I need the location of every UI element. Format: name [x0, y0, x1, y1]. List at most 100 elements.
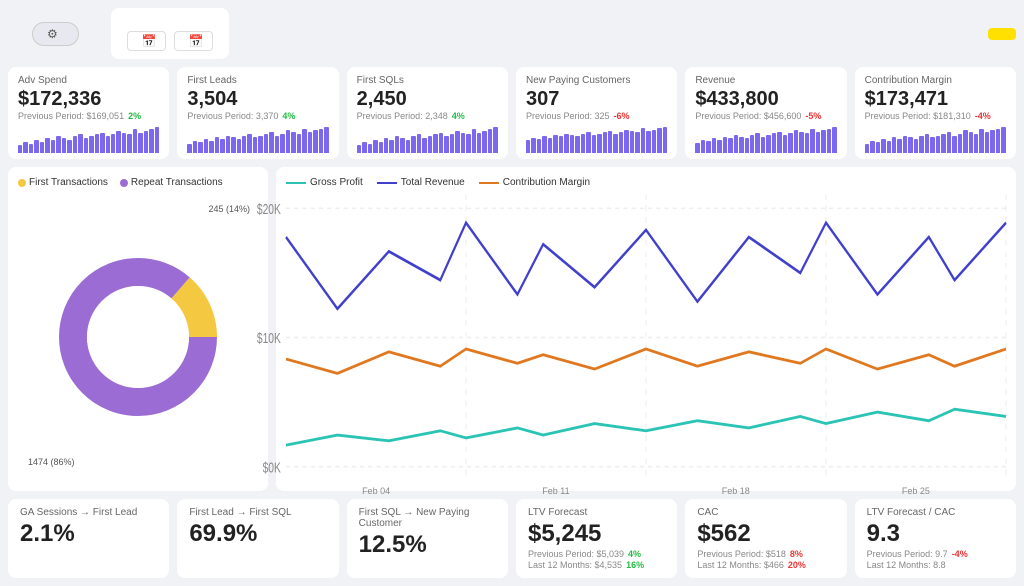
date-inputs: 📅 📅	[127, 31, 213, 51]
bar	[712, 138, 716, 153]
bar	[89, 136, 93, 153]
bar	[897, 139, 901, 153]
metric-sub-0: Previous Period: 9.7 -4%	[867, 549, 1004, 559]
kpi-prev: Previous Period: $169,051 2%	[18, 111, 159, 121]
kpi-change: 4%	[282, 111, 295, 121]
bar	[193, 141, 197, 153]
bar	[974, 134, 978, 153]
kpi-prev: Previous Period: $181,310 -4%	[865, 111, 1006, 121]
kpi-value: 307	[526, 88, 667, 110]
bar	[908, 137, 912, 153]
bar	[783, 135, 787, 153]
chart-legend-item-1: Total Revenue	[377, 177, 465, 188]
bar	[482, 131, 486, 153]
bar	[417, 134, 421, 153]
kpi-row: Adv Spend $172,336 Previous Period: $169…	[8, 67, 1016, 159]
bar	[133, 129, 137, 153]
bar	[34, 140, 38, 153]
bar	[144, 131, 148, 153]
bar	[941, 134, 945, 153]
bar	[122, 133, 126, 153]
bar	[963, 130, 967, 153]
bar	[919, 136, 923, 153]
kpi-label: Contribution Margin	[865, 75, 1006, 86]
bar	[816, 132, 820, 153]
sub-change: 20%	[788, 560, 806, 570]
bar	[23, 142, 27, 153]
bar	[439, 133, 443, 153]
bar	[362, 142, 366, 153]
bar	[264, 134, 268, 153]
bar	[111, 134, 115, 153]
bar	[592, 135, 596, 153]
bar	[258, 136, 262, 153]
metric-value: 9.3	[867, 520, 1004, 548]
bar	[466, 134, 470, 153]
kpi-value: $173,471	[865, 88, 1006, 110]
kpi-change: -4%	[975, 111, 991, 121]
bar	[597, 134, 601, 153]
sub-change: -4%	[952, 549, 968, 559]
date-from-input[interactable]: 📅	[127, 31, 166, 51]
bar	[400, 138, 404, 153]
metric-card-3: LTV Forecast $5,245 Previous Period: $5,…	[516, 499, 677, 578]
donut-label-repeat: 1474 (86%)	[28, 457, 75, 467]
kpi-label: First SQLs	[357, 75, 498, 86]
bar	[286, 130, 290, 153]
bar	[526, 140, 530, 153]
bar	[745, 138, 749, 153]
donut-legend-item-0: First Transactions	[18, 177, 108, 188]
metric-label: LTV Forecast / CAC	[867, 507, 1004, 518]
svg-text:$20K: $20K	[257, 201, 282, 217]
active-filters-btn[interactable]: ⚙	[32, 22, 79, 46]
sub-text: Last 12 Months: 8.8	[867, 560, 946, 570]
bar	[187, 144, 191, 153]
bar	[969, 132, 973, 153]
sub-change: 4%	[628, 549, 641, 559]
svg-text:$10K: $10K	[257, 331, 282, 347]
calendar-icon-2: 📅	[189, 34, 204, 48]
bar	[433, 134, 437, 153]
bar	[29, 144, 33, 153]
bar	[78, 134, 82, 153]
bar	[559, 136, 563, 153]
metric-label: First SQL → New Paying Customer	[359, 507, 496, 529]
bar	[406, 140, 410, 153]
kpi-label: First Leads	[187, 75, 328, 86]
sub-text: Previous Period: 9.7	[867, 549, 948, 559]
sub-text: Previous Period: $518	[697, 549, 786, 559]
bar	[663, 127, 667, 153]
date-to-input[interactable]: 📅	[174, 31, 213, 51]
bar	[373, 140, 377, 153]
kpi-value: 2,450	[357, 88, 498, 110]
bar	[488, 129, 492, 153]
metric-sub-0: Previous Period: $518 8%	[697, 549, 834, 559]
bar	[542, 136, 546, 153]
bar	[40, 142, 44, 153]
kpi-prev-text: Previous Period: 3,370	[187, 111, 278, 121]
kpi-value: $172,336	[18, 88, 159, 110]
svg-text:$0K: $0K	[263, 460, 282, 476]
bar	[461, 133, 465, 153]
donut-svg	[48, 247, 228, 427]
mini-bar-chart	[865, 125, 1006, 153]
bar	[652, 130, 656, 153]
bar	[324, 127, 328, 153]
chart-legend-label: Total Revenue	[401, 177, 465, 188]
x-labels: Feb 04 Feb 11 Feb 18 Feb 25	[286, 486, 1006, 496]
bar	[761, 137, 765, 153]
date-panel: 📅 📅	[111, 8, 229, 59]
metric-label: LTV Forecast	[528, 507, 665, 518]
mini-bar-chart	[187, 125, 328, 153]
brand-logo	[988, 28, 1016, 40]
kpi-prev-text: Previous Period: $456,600	[695, 111, 801, 121]
bar	[95, 134, 99, 153]
kpi-card-5: Contribution Margin $173,471 Previous Pe…	[855, 67, 1016, 159]
metric-value: 69.9%	[189, 520, 326, 548]
bar	[755, 133, 759, 153]
bar	[635, 132, 639, 153]
bar	[428, 136, 432, 153]
bar	[204, 139, 208, 153]
chart-legend-label: Contribution Margin	[503, 177, 590, 188]
bar	[887, 141, 891, 153]
